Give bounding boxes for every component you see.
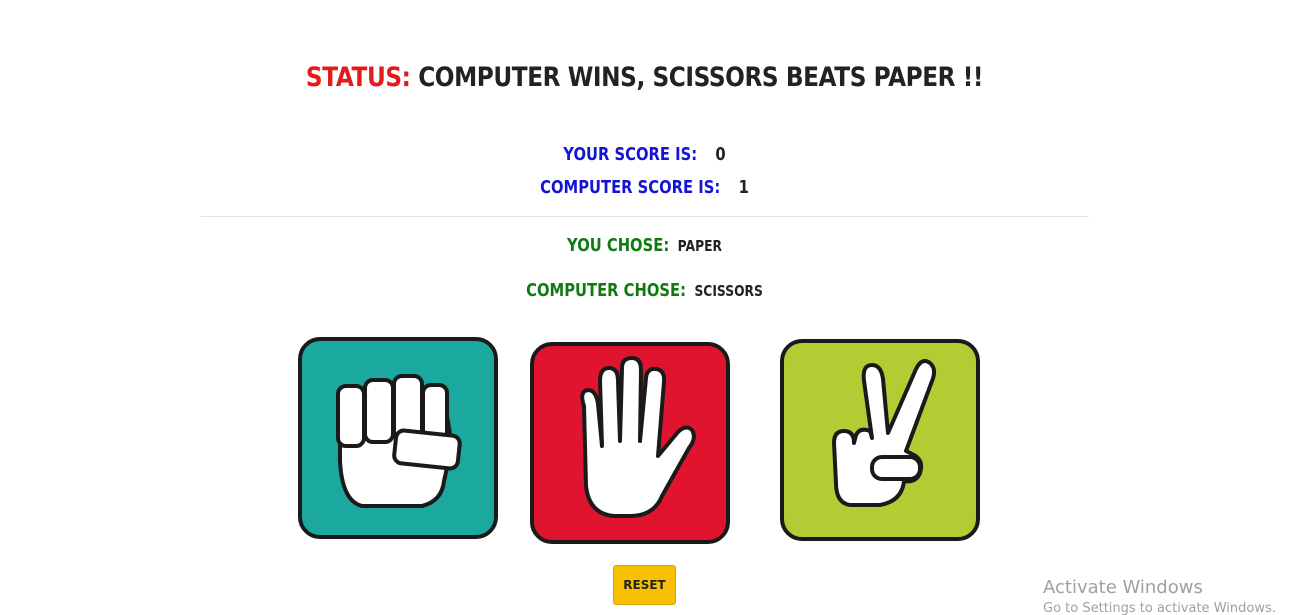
your-score-label: Your Score is: [563, 144, 698, 165]
open-hand-icon [580, 356, 696, 518]
divider [201, 216, 1089, 217]
computer-choice-value: Scissors [694, 282, 763, 300]
watermark-title: Activate Windows [1043, 577, 1203, 598]
status-text: Computer Wins, Scissors beats Paper !! [418, 62, 984, 93]
reset-button[interactable]: Reset [613, 565, 676, 605]
fist-icon [336, 374, 462, 508]
status-message: Status: Computer Wins, Scissors beats Pa… [90, 62, 1199, 93]
computer-choice-label: Computer Chose: [526, 280, 687, 301]
your-score-value: 0 [715, 144, 726, 165]
computer-score: Computer Score is: 1 [116, 177, 1173, 198]
computer-choice: Computer Chose: Scissors [116, 280, 1173, 301]
watermark-subtitle: Go to Settings to activate Windows. [1043, 601, 1276, 615]
your-choice: You Chose: Paper [116, 235, 1173, 256]
your-score: Your Score is: 0 [116, 144, 1173, 165]
your-choice-label: You Chose: [567, 235, 670, 256]
scissors-button[interactable] [780, 339, 980, 541]
your-choice-value: Paper [677, 237, 722, 255]
paper-button[interactable] [530, 342, 730, 544]
computer-score-label: Computer Score is: [540, 177, 721, 198]
peace-sign-icon [832, 359, 937, 507]
activate-windows-watermark: Activate Windows Go to Settings to activ… [1043, 577, 1276, 615]
game-page: Status: Computer Wins, Scissors beats Pa… [0, 0, 1289, 615]
status-label: Status: [305, 62, 411, 93]
rock-button[interactable] [298, 337, 498, 539]
computer-score-value: 1 [738, 177, 749, 198]
